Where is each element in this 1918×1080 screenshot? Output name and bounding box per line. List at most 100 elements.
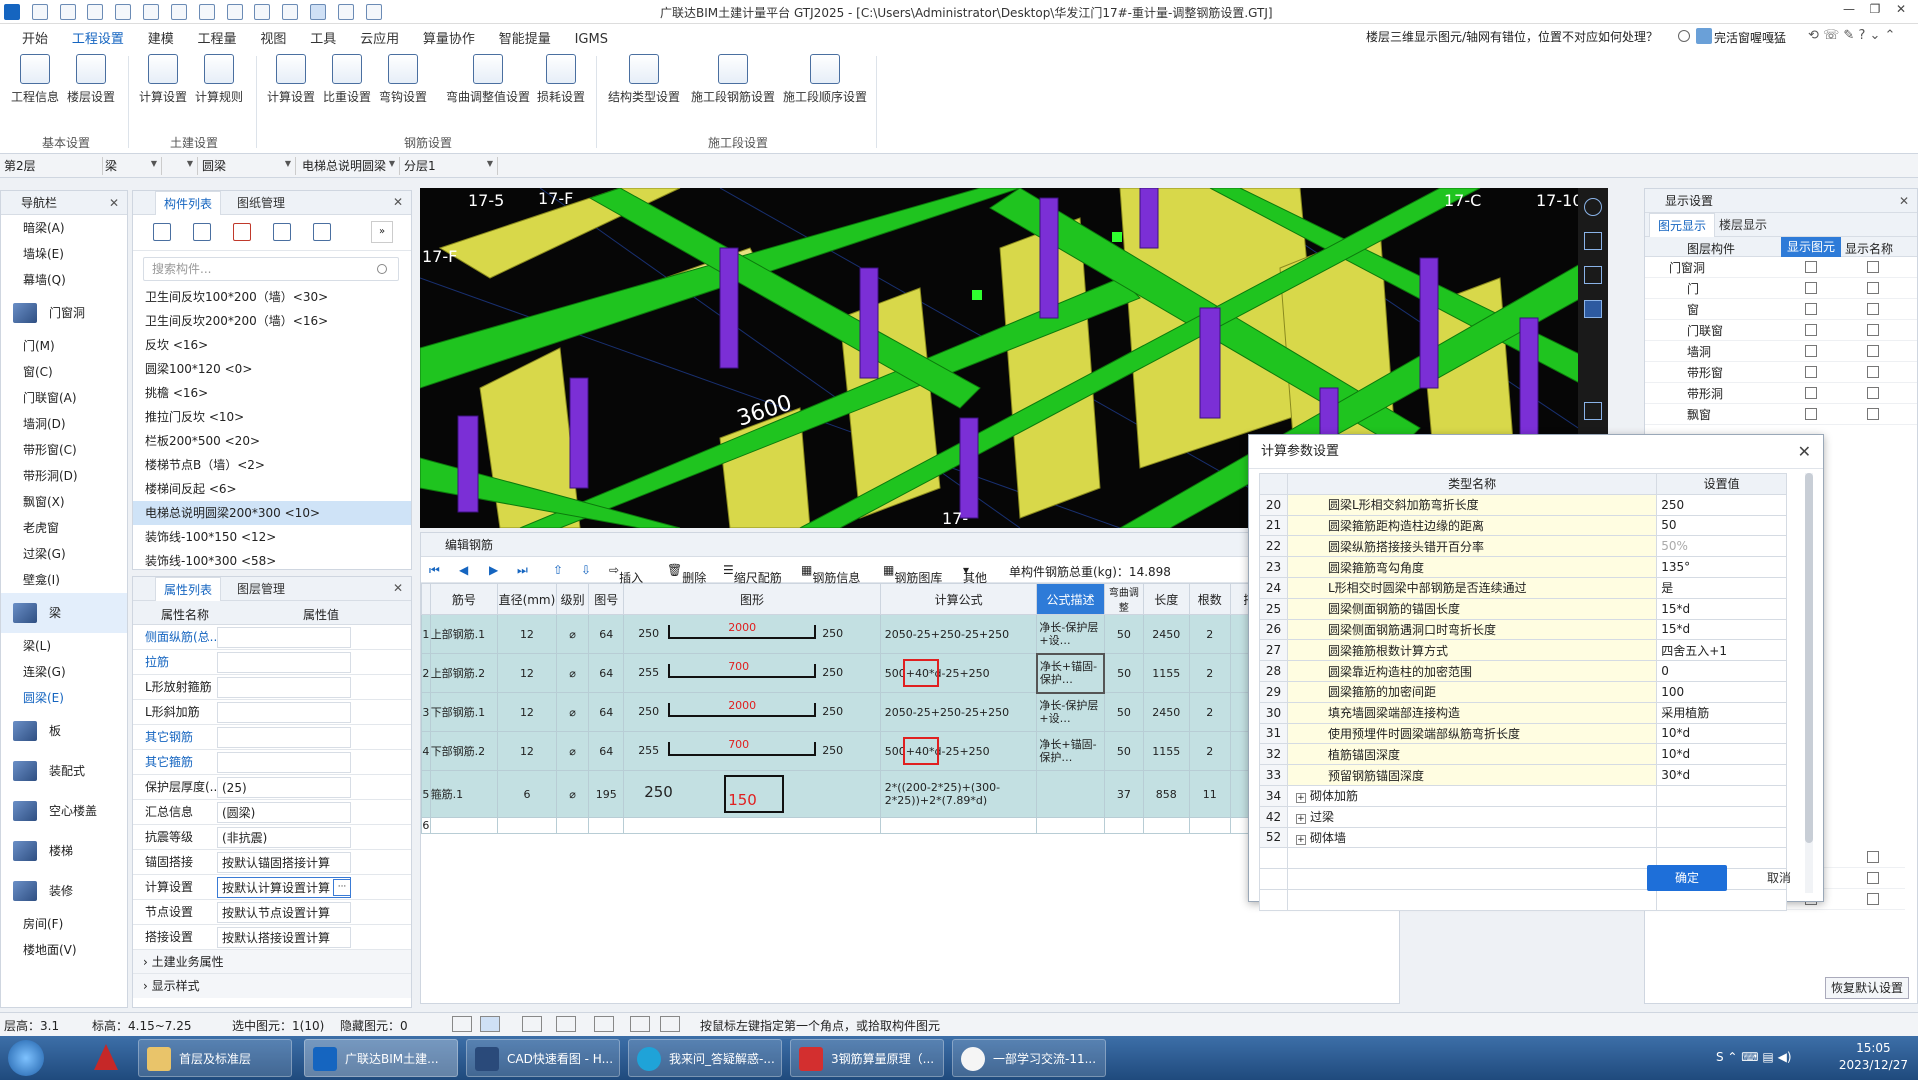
prev-icon[interactable]: ◀ bbox=[459, 563, 468, 577]
param-row[interactable]: 21 圆梁箍筋距构造柱边缘的距离 50 bbox=[1259, 514, 1787, 537]
param-row[interactable]: 24 L形相交时圆梁中部钢筋是否连续通过 是 bbox=[1259, 576, 1787, 599]
param-value[interactable] bbox=[1656, 784, 1787, 807]
dimension-icon[interactable] bbox=[594, 1016, 614, 1032]
snap-icon[interactable] bbox=[480, 1016, 500, 1032]
view-2d-icon[interactable] bbox=[1584, 232, 1602, 250]
nav-item[interactable]: 窗(C) bbox=[1, 359, 127, 385]
nav-item[interactable]: 门窗洞 bbox=[1, 293, 127, 333]
task-1[interactable]: 首层及标准层 bbox=[138, 1039, 292, 1077]
copy-component-icon[interactable] bbox=[193, 223, 211, 241]
rebar-library-button[interactable]: ▦ 钢筋图库 bbox=[883, 563, 942, 585]
ok-button[interactable]: 确定 bbox=[1647, 865, 1727, 891]
toolbar-icon-4[interactable] bbox=[282, 4, 299, 20]
param-value[interactable]: 100 bbox=[1656, 680, 1787, 703]
show-name-checkbox[interactable] bbox=[1867, 261, 1879, 273]
show-name-checkbox[interactable] bbox=[1867, 893, 1879, 905]
minimize-button[interactable]: — bbox=[1838, 2, 1860, 20]
component-item[interactable]: 卫生间反坎100*200（墙）<30> bbox=[133, 285, 411, 309]
task-3[interactable]: CAD快速看图 - H... bbox=[466, 1039, 620, 1077]
show-name-checkbox[interactable] bbox=[1867, 345, 1879, 357]
show-element-checkbox[interactable] bbox=[1805, 303, 1817, 315]
toolbar-icon-1[interactable] bbox=[198, 4, 215, 20]
property-value[interactable] bbox=[217, 702, 351, 723]
component-item[interactable]: 楼梯节点B（墙）<2> bbox=[133, 453, 411, 477]
draw-icon[interactable] bbox=[310, 4, 327, 20]
nav-item[interactable]: 门联窗(A) bbox=[1, 385, 127, 411]
bend-adjust-button[interactable]: 弯曲调整值设置 bbox=[436, 54, 540, 105]
param-row[interactable]: 20 圆梁L形相交斜加筋弯折长度 250 bbox=[1259, 493, 1787, 516]
param-row[interactable]: 33 预留钢筋锚固深度 30*d bbox=[1259, 764, 1787, 786]
show-name-checkbox[interactable] bbox=[1867, 282, 1879, 294]
view-3d-icon[interactable] bbox=[1584, 266, 1602, 284]
show-name-checkbox[interactable] bbox=[1867, 872, 1879, 884]
menu-collab[interactable]: 算量协作 bbox=[413, 24, 485, 51]
param-value[interactable]: 采用植筋 bbox=[1656, 701, 1787, 724]
layer-copy-icon[interactable] bbox=[273, 223, 291, 241]
rebar-info-button[interactable]: ▦ 钢筋信息 bbox=[801, 563, 860, 585]
nav-item[interactable]: 暗梁(A) bbox=[1, 215, 127, 241]
close-icon[interactable]: ✕ bbox=[393, 581, 403, 595]
menu-cloud[interactable]: 云应用 bbox=[350, 24, 409, 51]
close-icon[interactable]: ✕ bbox=[393, 195, 403, 209]
property-value[interactable]: 按默认节点设置计算 bbox=[217, 902, 351, 923]
param-value[interactable]: 15*d bbox=[1656, 618, 1787, 641]
param-row[interactable]: 27 圆梁箍筋根数计算方式 四舍五入+1 bbox=[1259, 639, 1787, 662]
param-row[interactable]: 52 + 砌体墙 bbox=[1259, 826, 1787, 849]
param-row[interactable]: 31 使用预埋件时圆梁端部纵筋弯折长度 10*d bbox=[1259, 722, 1787, 745]
scrollbar-thumb[interactable] bbox=[1805, 473, 1813, 843]
tab-drawing-manage[interactable]: 图纸管理 bbox=[229, 191, 293, 215]
task-2[interactable]: 广联达BIM土建... bbox=[304, 1039, 458, 1077]
param-row[interactable]: 25 圆梁侧面钢筋的锚固长度 15*d bbox=[1259, 597, 1787, 620]
property-value[interactable] bbox=[217, 677, 351, 698]
param-value[interactable]: 250 bbox=[1656, 493, 1787, 516]
nav-item[interactable]: 空心楼盖 bbox=[1, 791, 127, 831]
nav-item[interactable]: 墙垛(E) bbox=[1, 241, 127, 267]
param-row[interactable]: 42 + 过梁 bbox=[1259, 805, 1787, 828]
start-button[interactable] bbox=[8, 1040, 44, 1076]
show-element-checkbox[interactable] bbox=[1805, 408, 1817, 420]
type-select[interactable]: 梁 ▼ bbox=[102, 157, 198, 175]
param-value[interactable]: 四舍五入+1 bbox=[1656, 639, 1787, 662]
restore-defaults-button[interactable]: 恢复默认设置 bbox=[1825, 977, 1909, 999]
help-question-link[interactable]: 楼层三维显示图元/轴网有错位，位置不对应如何处理？ bbox=[1366, 28, 1658, 45]
toolbar-icon-3[interactable] bbox=[254, 4, 271, 20]
next-icon[interactable]: ▶ bbox=[489, 563, 498, 577]
param-row[interactable]: 26 圆梁侧面钢筋遇洞口时弯折长度 15*d bbox=[1259, 618, 1787, 641]
param-row[interactable]: 34 + 砌体加筋 bbox=[1259, 784, 1787, 807]
expand-icon[interactable]: + bbox=[1295, 793, 1306, 804]
param-row[interactable]: 29 圆梁箍筋的加密间距 100 bbox=[1259, 680, 1787, 703]
component-item[interactable]: 推拉门反坎 <10> bbox=[133, 405, 411, 429]
toolbar-icon-5[interactable] bbox=[337, 4, 354, 20]
toolbar-icon-2[interactable] bbox=[226, 4, 243, 20]
menu-tools[interactable]: 工具 bbox=[300, 24, 346, 51]
component-item[interactable]: 卫生间反坎200*200（墙）<16> bbox=[133, 309, 411, 333]
new-file-icon[interactable] bbox=[59, 4, 76, 20]
param-value[interactable]: 0 bbox=[1656, 660, 1787, 682]
component-item[interactable]: 栏板200*500 <20> bbox=[133, 429, 411, 453]
undo-icon[interactable] bbox=[143, 4, 160, 20]
component-item[interactable]: 圆梁100*120 <0> bbox=[133, 357, 411, 381]
structure-type-button[interactable]: 结构类型设置 bbox=[604, 54, 684, 105]
header-show-element[interactable]: 显示图元 bbox=[1781, 237, 1841, 257]
user-name[interactable]: 完活窗喔嘎猛 bbox=[1714, 29, 1786, 46]
nav-item[interactable]: 装配式 bbox=[1, 751, 127, 791]
property-value[interactable]: 按默认锚固搭接计算 bbox=[217, 852, 351, 873]
move-up-icon[interactable]: ⇧ bbox=[553, 563, 563, 577]
property-value[interactable] bbox=[217, 627, 351, 648]
task-6[interactable]: 一部学习交流-11... bbox=[952, 1039, 1106, 1077]
rebar-row[interactable]: 6 bbox=[421, 817, 1282, 834]
nav-item[interactable]: 装修 bbox=[1, 871, 127, 911]
property-value[interactable] bbox=[217, 752, 351, 773]
arc-icon[interactable] bbox=[660, 1016, 680, 1032]
expand-icon[interactable]: + bbox=[1295, 834, 1306, 845]
rebar-row[interactable]: 5 箍筋.1 6 ⌀ 195 250 150 2*((200-2*25)+(300-2*25)… bbox=[421, 770, 1282, 818]
tab-floor-display[interactable]: 楼层显示 bbox=[1711, 213, 1775, 237]
new-component-icon[interactable] bbox=[153, 223, 171, 241]
close-icon[interactable]: ✕ bbox=[1798, 435, 1811, 469]
nav-item[interactable]: 墙洞(D) bbox=[1, 411, 127, 437]
param-row[interactable]: 23 圆梁箍筋弯勾角度 135° bbox=[1259, 556, 1787, 578]
weight-settings-button[interactable]: 比重设置 bbox=[322, 54, 372, 105]
restore-button[interactable]: ❐ bbox=[1864, 2, 1886, 20]
menu-start[interactable]: 开始 bbox=[12, 24, 58, 51]
show-element-checkbox[interactable] bbox=[1805, 261, 1817, 273]
